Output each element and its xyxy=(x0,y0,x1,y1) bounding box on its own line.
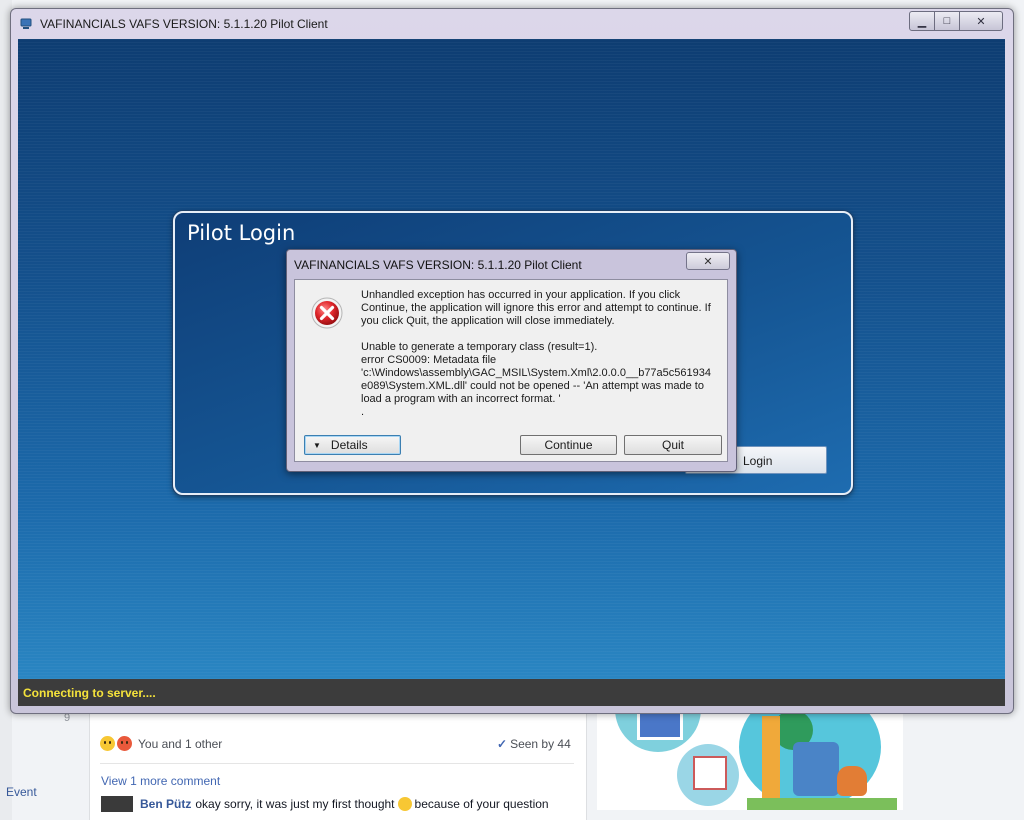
smile-emoji-icon xyxy=(397,797,412,811)
app-icon xyxy=(20,18,32,29)
background-ad-illustration[interactable] xyxy=(597,706,903,810)
error-message-detail: Unable to generate a temporary class (re… xyxy=(361,341,711,418)
close-button[interactable]: ✕ xyxy=(960,11,1003,31)
error-icon xyxy=(311,297,343,329)
seen-by-indicator[interactable]: ✓ Seen by 44 xyxy=(497,737,571,751)
error-message-intro: Unhandled exception has occurred in your… xyxy=(361,289,711,327)
window-title: VAFINANCIALS VAFS VERSION: 5.1.1.20 Pilo… xyxy=(40,17,328,31)
checkmark-icon: ✓ xyxy=(497,737,508,751)
error-dialog: VAFINANCIALS VAFS VERSION: 5.1.1.20 Pilo… xyxy=(286,249,737,472)
view-more-comments-link[interactable]: View 1 more comment xyxy=(101,774,220,788)
post-divider xyxy=(100,763,574,764)
error-message: Unhandled exception has occurred in your… xyxy=(361,289,711,419)
details-button[interactable]: ▼ Details xyxy=(304,435,401,455)
chevron-down-icon: ▼ xyxy=(313,440,321,450)
background-event-link[interactable]: Event xyxy=(6,785,37,799)
dialog-close-button[interactable]: ✕ xyxy=(686,252,730,270)
angry-reaction-icon xyxy=(117,736,132,751)
comment-row: Ben Pütz okay sorry, it was just my firs… xyxy=(101,796,549,812)
status-bar: Connecting to server.... xyxy=(18,679,1005,706)
details-label: Details xyxy=(330,438,368,452)
continue-button[interactable]: Continue xyxy=(520,435,617,455)
wow-reaction-icon xyxy=(100,736,115,751)
close-icon: ✕ xyxy=(703,255,713,268)
login-title: Pilot Login xyxy=(187,221,296,245)
comment-author[interactable]: Ben Pütz xyxy=(140,797,191,811)
seen-by-text: Seen by 44 xyxy=(510,737,571,751)
reactions-row[interactable]: You and 1 other xyxy=(100,736,222,751)
status-text: Connecting to server.... xyxy=(23,686,156,700)
close-icon: ✕ xyxy=(976,15,986,28)
dialog-body: Unhandled exception has occurred in your… xyxy=(294,279,728,462)
reactions-text[interactable]: You and 1 other xyxy=(138,737,222,751)
quit-button[interactable]: Quit xyxy=(624,435,722,455)
caption-buttons: ▁ □ ✕ xyxy=(909,11,1003,31)
window-titlebar[interactable]: VAFINANCIALS VAFS VERSION: 5.1.1.20 Pilo… xyxy=(11,9,1013,39)
ad-ground xyxy=(747,798,897,810)
minimize-button[interactable]: ▁ xyxy=(909,11,935,31)
robot-icon xyxy=(793,742,839,796)
minimize-icon: ▁ xyxy=(917,15,927,28)
maximize-icon: □ xyxy=(943,15,951,27)
dialog-title: VAFINANCIALS VAFS VERSION: 5.1.1.20 Pilo… xyxy=(294,258,582,272)
comment-text-end: because of your question xyxy=(414,797,549,811)
avatar[interactable] xyxy=(101,796,133,812)
giraffe-icon xyxy=(762,716,780,808)
maximize-button[interactable]: □ xyxy=(935,11,960,31)
fox-icon xyxy=(837,766,867,796)
comment-text-start: okay sorry, it was just my first thought xyxy=(195,797,395,811)
calendar-icon xyxy=(693,756,727,790)
